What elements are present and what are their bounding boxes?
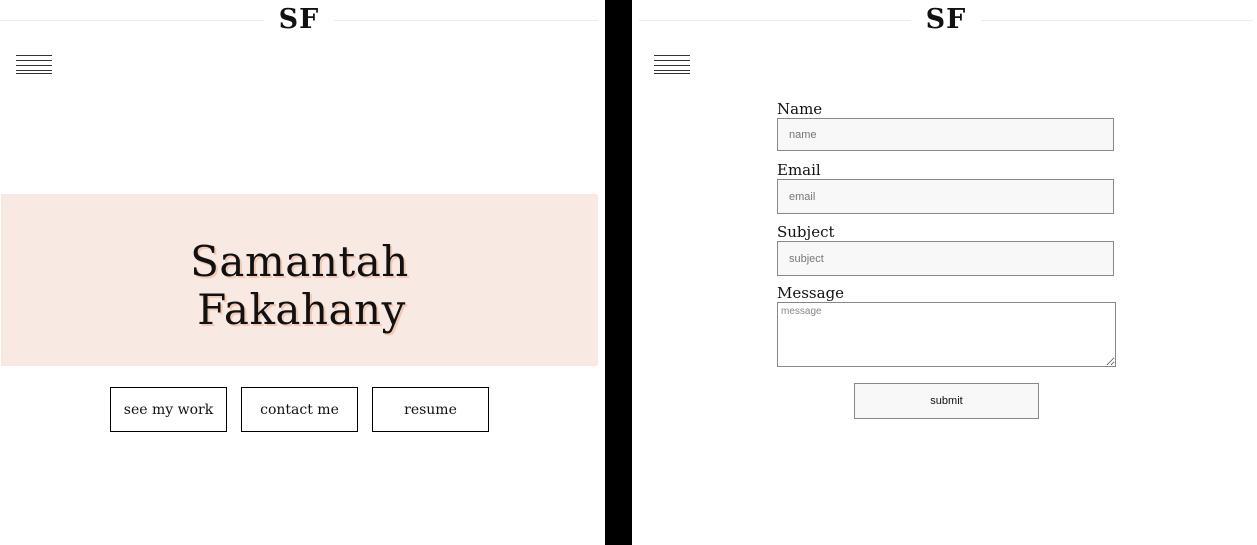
message-textarea[interactable] — [777, 302, 1116, 367]
email-label: Email — [777, 161, 821, 179]
hero-name-first: Samantah — [190, 237, 409, 286]
header-rule-right — [981, 20, 1253, 21]
see-my-work-button[interactable]: see my work — [110, 387, 227, 432]
contact-me-button[interactable]: contact me — [241, 387, 358, 432]
hamburger-menu-icon[interactable] — [16, 55, 52, 75]
header-rule-right — [334, 20, 598, 21]
hamburger-menu-icon[interactable] — [654, 55, 690, 75]
contact-screen: SF Name Email Subject Message submit — [632, 0, 1257, 545]
name-input[interactable] — [777, 118, 1114, 151]
logo-header: SF — [632, 2, 1257, 38]
hero-name-last: Fakahany — [197, 285, 406, 334]
email-input[interactable] — [777, 179, 1114, 214]
site-logo[interactable]: SF — [911, 4, 981, 36]
hero-title: Samantah Fakahany — [1, 238, 598, 334]
logo-header: SF — [0, 2, 605, 38]
resume-button[interactable]: resume — [372, 387, 489, 432]
hero-banner: Samantah Fakahany — [1, 194, 598, 366]
site-logo[interactable]: SF — [264, 4, 334, 36]
header-rule-left — [0, 20, 264, 21]
message-label: Message — [777, 284, 845, 302]
submit-button[interactable]: submit — [854, 383, 1039, 419]
subject-label: Subject — [777, 223, 835, 241]
subject-input[interactable] — [777, 241, 1114, 276]
name-label: Name — [777, 100, 823, 118]
header-rule-left — [639, 20, 911, 21]
home-screen: SF Samantah Fakahany see my work contact… — [0, 0, 605, 545]
